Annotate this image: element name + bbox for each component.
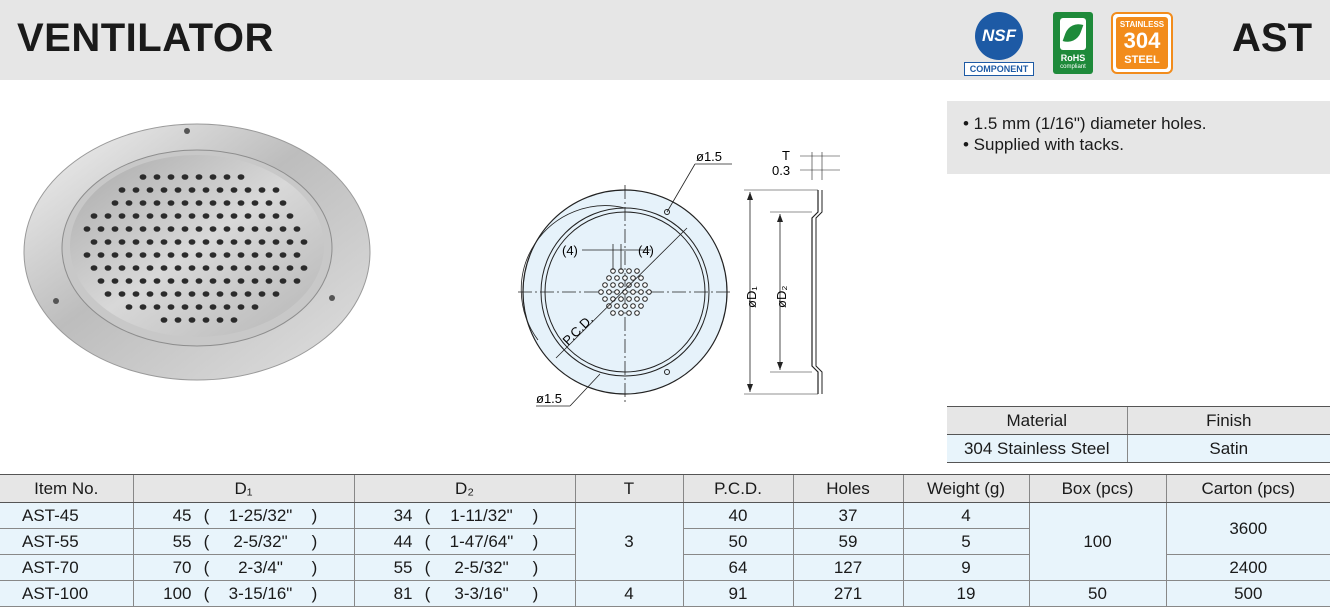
d1-cell: 100(3-15/16") <box>132 580 354 607</box>
item-no: AST-70 <box>0 554 133 581</box>
spec-header-row: Item No. D₁ D₂ T P.C.D. Holes Weight (g)… <box>0 474 1330 503</box>
col-pcd: P.C.D. <box>682 474 793 503</box>
weight-cell: 4 <box>902 502 1029 529</box>
item-no: AST-45 <box>0 502 133 529</box>
d2-label: øD₂ <box>774 286 789 308</box>
weight-cell: 9 <box>902 554 1029 581</box>
finish-value: Satin <box>1126 434 1330 463</box>
material-header: Material <box>947 406 1127 435</box>
pcd-cell: 64 <box>682 554 793 581</box>
spec-table: Item No. D₁ D₂ T P.C.D. Holes Weight (g)… <box>0 474 1330 607</box>
pitch-right-label: (4) <box>638 243 654 258</box>
pitch-left-label: (4) <box>562 243 578 258</box>
steel-badge-bottom: STEEL <box>1124 54 1160 66</box>
col-d1: D₁ <box>132 474 354 503</box>
carton-cell: 2400 <box>1165 554 1330 581</box>
col-t: T <box>574 474 683 503</box>
table-row: AST-45 45(1-25/32") 34(1-11/32") 3 40 37… <box>0 502 1330 581</box>
material-table: Material Finish 304 Stainless Steel Sati… <box>947 406 1330 463</box>
header-bar: VENTILATOR NSF COMPONENT RoHS compliant … <box>0 0 1330 80</box>
technical-drawing: (4) (4) P.C.D. ø1.5 ø1.5 øD₁ øD₂ T 0.3 <box>518 148 840 407</box>
t-cell: 4 <box>574 580 683 607</box>
d1-cell: 55(2-5/32") <box>132 528 354 555</box>
product-photo <box>23 123 371 381</box>
leaf-icon <box>1060 18 1086 50</box>
col-weight: Weight (g) <box>902 474 1029 503</box>
holes-cell: 127 <box>792 554 903 581</box>
d2-cell: 34(1-11/32") <box>353 502 575 529</box>
d2-cell: 44(1-47/64") <box>353 528 575 555</box>
col-holes: Holes <box>792 474 903 503</box>
box-cell: 100 <box>1028 502 1166 581</box>
page-title: VENTILATOR <box>17 16 274 60</box>
nsf-badge: NSF COMPONENT <box>964 12 1034 76</box>
hole-dia-bottom-label: ø1.5 <box>536 391 562 406</box>
note-item: • Supplied with tacks. <box>963 135 1124 154</box>
d2-cell: 81(3-3/16") <box>353 580 575 607</box>
holes-cell: 59 <box>792 528 903 555</box>
col-carton: Carton (pcs) <box>1165 474 1330 503</box>
pcd-cell: 91 <box>682 580 793 607</box>
pcd-cell: 50 <box>682 528 793 555</box>
box-cell: 50 <box>1028 580 1166 607</box>
stainless-steel-badge: STAINLESS 304 STEEL <box>1111 12 1173 74</box>
carton-cell: 500 <box>1165 580 1330 607</box>
t-label: T <box>782 148 790 163</box>
d1-label: øD₁ <box>744 286 759 308</box>
holes-cell: 271 <box>792 580 903 607</box>
item-no: AST-100 <box>0 580 133 607</box>
d1-cell: 70(2-3/4") <box>132 554 354 581</box>
t-value-label: 0.3 <box>772 163 790 178</box>
weight-cell: 5 <box>902 528 1029 555</box>
t-cell: 3 <box>574 502 683 581</box>
pcd-cell: 40 <box>682 502 793 529</box>
col-item: Item No. <box>0 474 133 503</box>
finish-header: Finish <box>1126 406 1330 435</box>
rohs-label: RoHS <box>1060 53 1086 63</box>
steel-badge-grade: 304 <box>1123 28 1161 53</box>
holes-cell: 37 <box>792 502 903 529</box>
d2-cell: 55(2-5/32") <box>353 554 575 581</box>
carton-cell: 3600 <box>1165 502 1330 555</box>
item-no: AST-55 <box>0 528 133 555</box>
col-d2: D₂ <box>353 474 575 503</box>
table-row: AST-100 100(3-15/16") 81(3-3/16") 4 91 2… <box>0 580 1330 607</box>
feature-notes: • 1.5 mm (1/16") diameter holes. • Suppl… <box>947 101 1330 174</box>
d1-cell: 45(1-25/32") <box>132 502 354 529</box>
nsf-logo-icon: NSF <box>975 12 1023 60</box>
product-code: AST <box>1232 16 1312 60</box>
col-box: Box (pcs) <box>1028 474 1166 503</box>
weight-cell: 19 <box>902 580 1029 607</box>
material-value: 304 Stainless Steel <box>947 434 1127 463</box>
rohs-sub-label: compliant <box>1060 64 1086 70</box>
nsf-label: COMPONENT <box>964 62 1034 76</box>
rohs-badge: RoHS compliant <box>1053 12 1093 74</box>
note-item: • 1.5 mm (1/16") diameter holes. <box>963 114 1207 133</box>
hole-dia-top-label: ø1.5 <box>696 149 722 164</box>
